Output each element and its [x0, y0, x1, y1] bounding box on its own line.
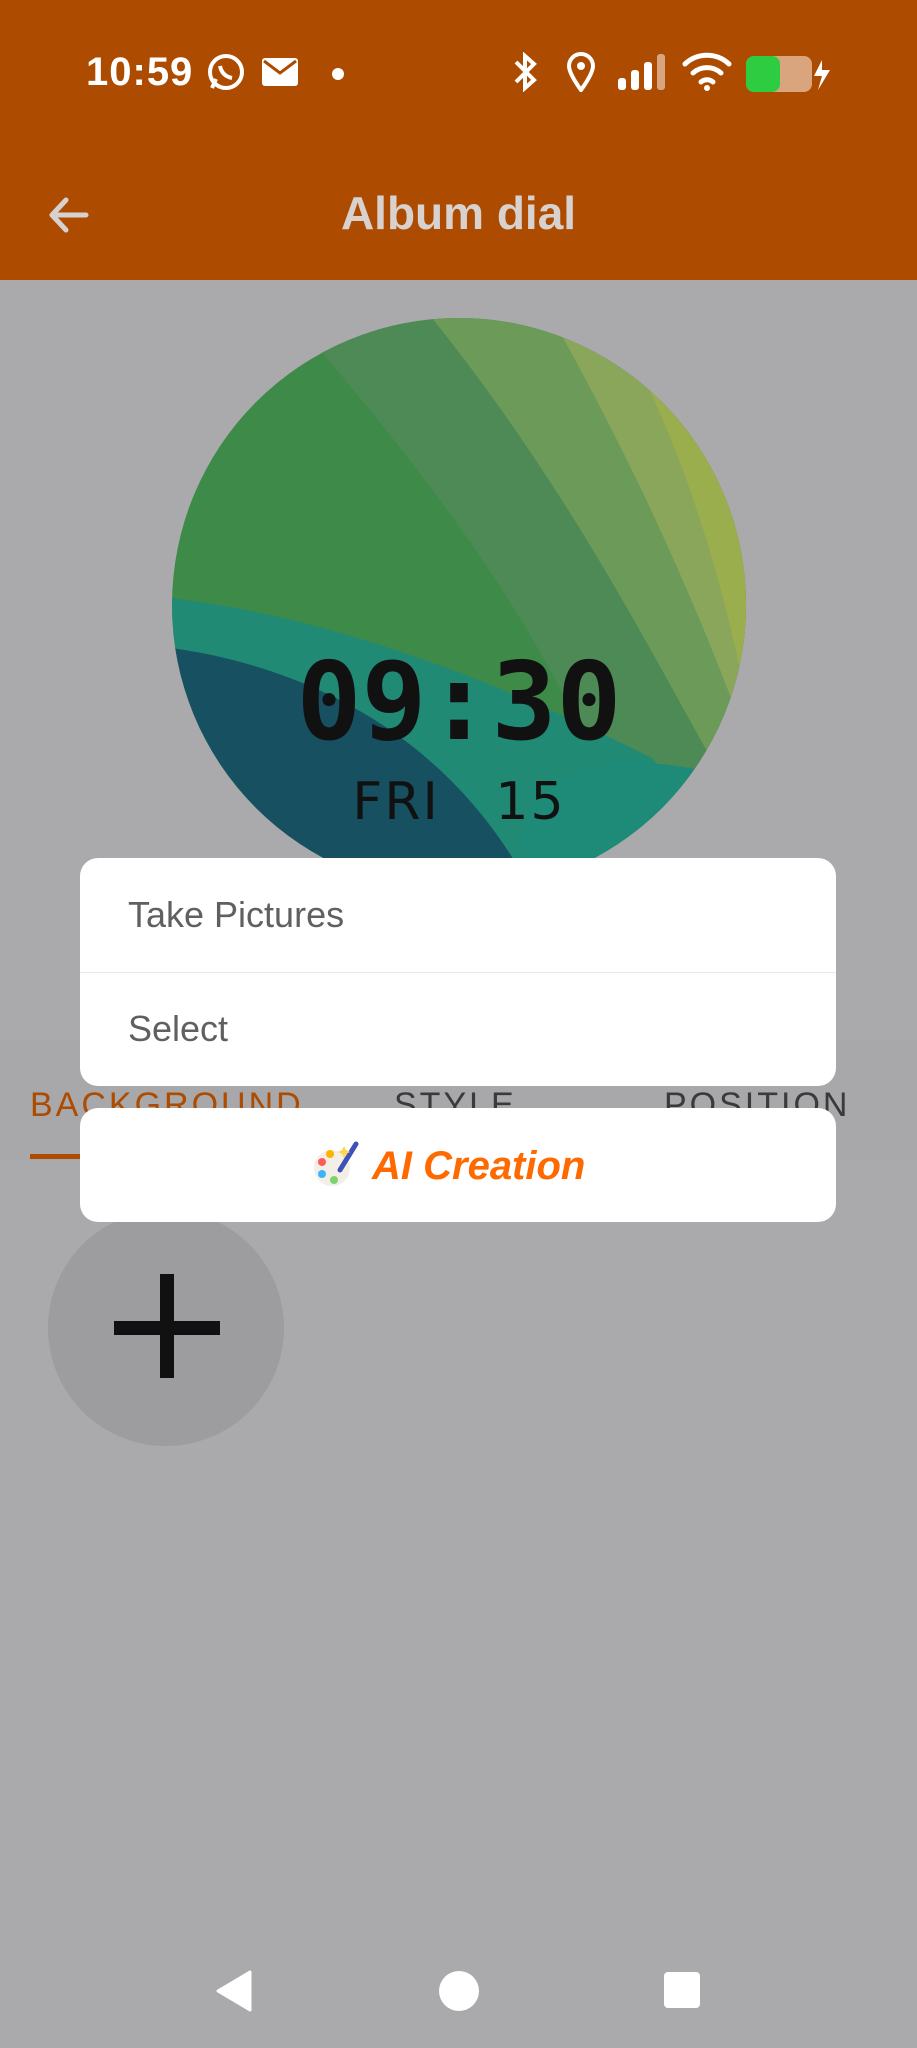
navigation-bar: [0, 1930, 917, 2048]
wifi-icon: [682, 52, 732, 91]
whatsapp-icon: [208, 54, 244, 90]
signal-icon: [618, 54, 665, 90]
menu-item-select[interactable]: Select: [80, 972, 836, 1086]
menu-item-take-pictures[interactable]: Take Pictures: [80, 858, 836, 972]
dot-icon: [332, 68, 344, 80]
mail-icon: [262, 58, 298, 86]
add-background-button[interactable]: [48, 1210, 284, 1446]
location-icon: [566, 52, 596, 92]
image-source-menu: Take Pictures Select: [80, 858, 836, 1086]
bluetooth-icon: [514, 52, 537, 92]
dial-date: FRI 15: [172, 772, 746, 832]
page-title: Album dial: [340, 187, 577, 239]
ai-creation-label: AI Creation: [372, 1144, 586, 1188]
ai-palette-icon: [314, 1141, 359, 1186]
dial-day: FRI: [352, 772, 440, 832]
ai-creation-button[interactable]: AI Creation: [80, 1108, 836, 1222]
dial-date-number: 15: [495, 772, 566, 832]
plus-icon: [114, 1274, 220, 1378]
recents-square-icon[interactable]: [664, 1972, 700, 2008]
home-circle-icon[interactable]: [438, 1970, 480, 2012]
back-triangle-icon[interactable]: [214, 1970, 254, 2012]
status-time: 10:59: [86, 50, 194, 94]
dial-time: 09:30: [296, 640, 622, 765]
battery-charging-icon: [746, 56, 830, 92]
